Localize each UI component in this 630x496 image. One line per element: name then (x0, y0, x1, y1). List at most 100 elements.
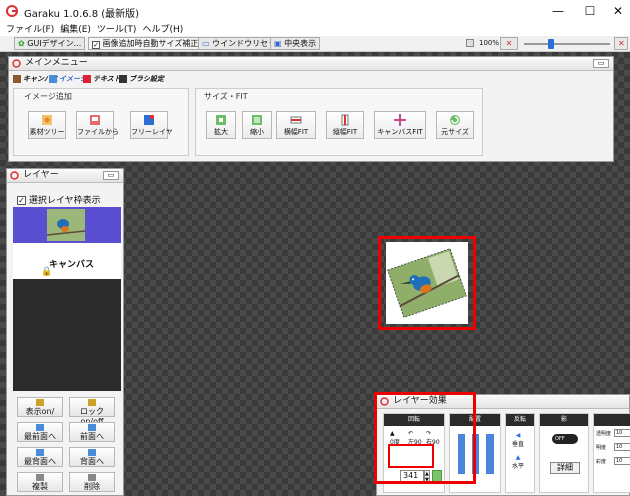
height-fit-label: 縦幅FIT (332, 128, 358, 136)
image-add-group: イメージ追加 素材ツリー ファイルから フリーレイヤ (13, 88, 189, 156)
send-backward-button[interactable]: 背面へ (69, 447, 115, 467)
layer-panel: レイヤー ▭ ✓ 選択レイヤ枠表示 キャンバス 🔒 表示on/ ロックon/of… (6, 168, 124, 496)
material-tree-button[interactable]: 素材ツリー (28, 111, 66, 139)
flip-vertical-label: 垂直 (512, 441, 525, 448)
flip-horizontal-icon: ▲ (515, 454, 521, 461)
menu-help[interactable]: ヘルプ(H) (142, 22, 183, 35)
maximize-button[interactable]: ☐ (580, 2, 600, 20)
file-icon (90, 115, 100, 125)
tab-text[interactable]: テキスト (83, 73, 121, 85)
menu-tools[interactable]: ツール(T) (97, 22, 137, 35)
panel-minimize-button[interactable]: ▭ (103, 171, 119, 180)
center-view-label: 中央表示 (284, 39, 317, 48)
menu-bar: ファイル(F) 編集(E) ツール(T) ヘルプ(H) (0, 22, 630, 36)
duplicate-button[interactable]: 複製 (17, 472, 63, 492)
layer-thumbnail (47, 209, 85, 241)
bring-forward-button[interactable]: 前面へ (69, 422, 115, 442)
highlight-canvas-box (378, 236, 476, 330)
title-bar: Garaku 1.0.6.8 (最新版) — ☐ ✕ (0, 0, 630, 22)
saturation-label: 彩度 (596, 459, 607, 465)
send-to-back-button[interactable]: 最背面へ (17, 447, 63, 467)
bring-to-front-button[interactable]: 最前面へ (17, 422, 63, 442)
canvas-fit-button[interactable]: キャンバスFIT (374, 111, 426, 139)
visibility-label: 表示on/ (25, 407, 55, 416)
duplicate-label: 複製 (32, 482, 48, 491)
canvas-layer-label: キャンバス (49, 260, 95, 270)
opacity-input[interactable]: 10 (614, 429, 630, 437)
zoom-reset-icon[interactable]: ✕ (500, 37, 518, 50)
window-title: Garaku 1.0.6.8 (最新版) (24, 9, 140, 20)
auto-size-checkbox[interactable]: ✓ 画像追加時自動サイズ補正 (88, 37, 203, 50)
auto-size-label: 画像追加時自動サイズ補正 (102, 39, 199, 48)
backward-icon (88, 449, 96, 456)
main-menu-title: メインメニュー (25, 58, 88, 68)
app-logo-icon (6, 5, 18, 17)
brightness-input[interactable]: 10 (614, 443, 630, 451)
flip-section: 反転 ◀ 垂直 ▲ 水平 (505, 413, 535, 493)
main-menu-titlebar: メインメニュー ▭ (9, 57, 613, 71)
shadow-section-title: 影 (540, 414, 588, 426)
front-icon (36, 424, 44, 431)
canvas-fit-icon (394, 114, 406, 126)
shadow-toggle[interactable]: OFF (552, 434, 578, 444)
shrink-icon (252, 115, 262, 125)
back-icon (36, 449, 44, 456)
free-layer-button[interactable]: フリーレイヤ (130, 111, 173, 139)
zoom-in-button[interactable]: 拡大 (206, 111, 236, 139)
flip-vertical-button[interactable]: ◀ 垂直 (512, 432, 524, 448)
lock-toggle-button[interactable]: ロックon/off (69, 397, 115, 426)
checkbox-icon: ✓ (92, 41, 100, 49)
gear-icon: ✿ (18, 39, 25, 48)
zoom-slider-thumb[interactable] (548, 39, 554, 49)
minimize-button[interactable]: — (548, 2, 568, 20)
opacity-label: 透明度 (596, 431, 612, 437)
zoom-out-button[interactable]: 縮小 (242, 111, 272, 139)
checkbox-icon: ✓ (17, 196, 26, 205)
canvas-tab-icon (13, 75, 21, 83)
flip-horizontal-button[interactable]: ▲ 水平 (512, 454, 524, 470)
from-file-button[interactable]: ファイルから (76, 111, 119, 139)
main-menu-panel: メインメニュー ▭ キャンバス イメージ テキスト ブラシ設定 イメージ追加 素… (8, 56, 614, 162)
layer-list-empty (13, 279, 121, 391)
image-tab-icon (49, 75, 57, 83)
original-size-button[interactable]: 元サイズ (436, 111, 474, 139)
show-frame-label: 選択レイヤ枠表示 (28, 196, 101, 206)
zoom-value: 100% (479, 39, 500, 47)
saturation-input[interactable]: 10 (614, 457, 630, 465)
shadow-detail-button[interactable]: 詳細 (550, 462, 580, 474)
bring-to-front-label: 最前面へ (24, 432, 56, 441)
free-layer-icon (144, 115, 154, 125)
send-backward-label: 背面へ (80, 457, 104, 466)
height-fit-button[interactable]: 縦幅FIT (326, 111, 364, 139)
zoom-slider[interactable] (524, 43, 610, 45)
tab-image[interactable]: イメージ (49, 73, 87, 85)
reset-size-icon (450, 115, 460, 125)
duplicate-icon (36, 474, 44, 481)
flip-section-title: 反転 (506, 414, 534, 426)
delete-button[interactable]: 削除 (69, 472, 115, 492)
show-frame-checkbox[interactable]: ✓ 選択レイヤ枠表示 (17, 193, 101, 206)
zoom-in-icon[interactable]: ✕ (614, 37, 628, 50)
menu-file[interactable]: ファイル(F) (6, 22, 54, 35)
close-button[interactable]: ✕ (608, 2, 628, 20)
size-fit-label: サイズ・FIT (204, 92, 248, 101)
tab-brush-label: ブラシ設定 (129, 75, 164, 83)
free-layer-label: フリーレイヤ (131, 128, 173, 136)
window-icon: ▭ (202, 39, 210, 48)
flip-horizontal-label: 水平 (512, 463, 525, 470)
lock-icon (88, 399, 96, 406)
image-add-label: イメージ追加 (24, 92, 72, 101)
height-fit-icon (341, 114, 349, 126)
layer-item-image[interactable] (13, 207, 121, 243)
center-view-button[interactable]: ▣ 中央表示 (270, 37, 321, 50)
layer-item-canvas[interactable]: キャンバス 🔒 (13, 243, 121, 279)
gui-design-button[interactable]: ✿ GUIデザイン... (14, 37, 86, 50)
menu-edit[interactable]: 編集(E) (60, 22, 91, 35)
material-tree-icon (42, 115, 52, 125)
delete-label: 削除 (84, 482, 100, 491)
width-fit-button[interactable]: 横幅FIT (276, 111, 316, 139)
panel-minimize-button[interactable]: ▭ (593, 59, 609, 68)
tab-brush[interactable]: ブラシ設定 (119, 73, 164, 85)
visibility-toggle-button[interactable]: 表示on/ (17, 397, 63, 417)
eye-icon (36, 399, 44, 406)
